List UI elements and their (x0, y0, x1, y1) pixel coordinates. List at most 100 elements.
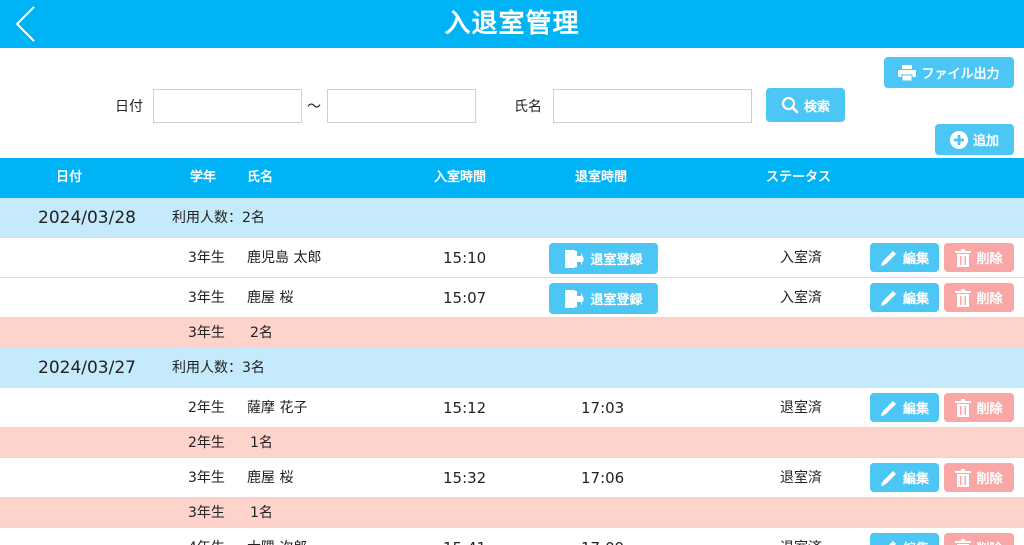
edit-button[interactable]: 編集 (870, 393, 939, 422)
table-row: 3年生 鹿屋 桜 15:07 退室登録 入室済 編集 削除 (0, 278, 1024, 318)
date-from-input[interactable] (153, 89, 302, 123)
row-out-time: 17:03 (581, 399, 625, 417)
row-grade: 2年生 (188, 400, 225, 416)
file-output-button[interactable]: ファイル出力 (884, 57, 1014, 88)
exit-register-button[interactable]: 退室登録 (549, 283, 658, 314)
row-in-time: 15:07 (443, 289, 487, 307)
attendance-list: 2024/03/28 利用人数：2名 3年生 鹿児島 太郎 15:10 退室登録… (0, 198, 1024, 545)
edit-button[interactable]: 編集 (870, 463, 939, 492)
row-status: 入室済 (780, 250, 822, 266)
search-button[interactable]: 検索 (766, 88, 845, 122)
row-out-time: 17:09 (581, 528, 624, 545)
delete-button[interactable]: 削除 (944, 393, 1014, 422)
add-button[interactable]: 追加 (935, 124, 1014, 155)
row-status: 入室済 (780, 290, 822, 306)
exit-register-label: 退室登録 (590, 293, 643, 308)
add-button-label: 追加 (972, 134, 999, 149)
pencil-icon (880, 290, 896, 306)
trash-icon (955, 288, 972, 307)
column-header-grade: 学年 (190, 170, 217, 185)
trash-icon (955, 468, 972, 487)
row-name: 大隅 次郎 (247, 528, 307, 545)
trash-icon (955, 248, 972, 267)
date-filter-label: 日付 (115, 99, 143, 115)
column-header-in-time: 入室時間 (434, 170, 487, 185)
row-name: 鹿児島 太郎 (247, 250, 322, 266)
row-status: 退室済 (780, 528, 822, 545)
edit-button[interactable]: 編集 (870, 283, 939, 312)
door-exit-icon (565, 249, 585, 268)
group-date: 2024/03/28 (38, 208, 136, 228)
delete-button-label: 削除 (976, 252, 1003, 267)
pencil-icon (880, 470, 896, 486)
edit-button[interactable]: 編集 (870, 243, 939, 272)
name-filter-label: 氏名 (514, 99, 542, 115)
column-header-status: ステータス (766, 170, 832, 185)
row-in-time: 15:41 (443, 528, 486, 545)
door-exit-icon (565, 289, 585, 308)
row-out-time: 17:06 (581, 469, 625, 487)
name-input[interactable] (553, 89, 752, 123)
edit-button-label: 編集 (902, 402, 929, 417)
row-status: 退室済 (780, 470, 822, 486)
row-in-time: 15:32 (443, 469, 487, 487)
exit-register-label: 退室登録 (590, 253, 643, 268)
exit-register-button[interactable]: 退室登録 (549, 243, 658, 274)
table-row: 3年生 鹿児島 太郎 15:10 退室登録 入室済 編集 削除 (0, 238, 1024, 278)
row-in-time: 15:12 (443, 399, 487, 417)
table-row: 4年生 大隅 次郎 15:41 17:09 退室済 編集 削除 (0, 528, 1024, 545)
group-usage-count: 利用人数：3名 (172, 360, 265, 376)
row-name: 薩摩 花子 (247, 400, 308, 416)
trash-icon (955, 538, 972, 545)
delete-button[interactable]: 削除 (944, 243, 1014, 272)
row-status: 退室済 (780, 400, 822, 416)
pencil-icon (880, 400, 896, 416)
file-output-label: ファイル出力 (921, 67, 1000, 82)
delete-button[interactable]: 削除 (944, 283, 1014, 312)
row-grade: 3年生 (188, 250, 225, 266)
page-title: 入退室管理 (444, 9, 580, 39)
summary-count: 2名 (250, 325, 273, 341)
column-header-name: 氏名 (247, 170, 274, 185)
plus-circle-icon (949, 130, 968, 149)
delete-button-label: 削除 (976, 402, 1003, 417)
column-header-date: 日付 (56, 170, 83, 185)
edit-button-label: 編集 (903, 538, 929, 545)
header-bar: 入退室管理 (0, 0, 1024, 48)
pencil-icon (888, 540, 896, 545)
trash-icon (955, 398, 972, 417)
date-range-separator: ～ (307, 99, 321, 115)
table-header: 日付 学年 氏名 入室時間 退室時間 ステータス (0, 158, 1024, 198)
edit-button-label: 編集 (902, 472, 929, 487)
summary-grade: 3年生 (188, 505, 225, 521)
delete-button-label: 削除 (976, 292, 1003, 307)
grade-summary-row: 3年生 2名 (0, 318, 1024, 348)
delete-button[interactable]: 削除 (944, 463, 1014, 492)
row-name: 鹿屋 桜 (247, 290, 294, 306)
summary-grade: 2年生 (188, 435, 225, 451)
pencil-icon (880, 250, 896, 266)
row-grade: 3年生 (188, 470, 225, 486)
column-header-out-time: 退室時間 (575, 170, 628, 185)
search-icon (781, 96, 799, 114)
printer-icon (898, 64, 917, 81)
delete-button[interactable]: 削除 (944, 533, 1014, 545)
row-grade: 4年生 (188, 528, 225, 545)
group-date: 2024/03/27 (38, 358, 136, 378)
search-button-label: 検索 (803, 99, 830, 115)
row-name: 鹿屋 桜 (247, 470, 294, 486)
delete-button-label: 削除 (976, 472, 1003, 487)
date-group-row: 2024/03/28 利用人数：2名 (0, 198, 1024, 238)
row-in-time: 15:10 (443, 249, 487, 267)
summary-count: 1名 (250, 505, 273, 521)
delete-button-label: 削除 (976, 538, 1002, 545)
table-row: 3年生 鹿屋 桜 15:32 17:06 退室済 編集 削除 (0, 458, 1024, 498)
date-group-row: 2024/03/27 利用人数：3名 (0, 348, 1024, 388)
grade-summary-row: 3年生 1名 (0, 498, 1024, 528)
group-usage-count: 利用人数：2名 (172, 210, 265, 226)
summary-count: 1名 (250, 435, 273, 451)
edit-button-label: 編集 (902, 252, 929, 267)
edit-button[interactable]: 編集 (870, 533, 939, 545)
table-row: 2年生 薩摩 花子 15:12 17:03 退室済 編集 削除 (0, 388, 1024, 428)
date-to-input[interactable] (327, 89, 476, 123)
